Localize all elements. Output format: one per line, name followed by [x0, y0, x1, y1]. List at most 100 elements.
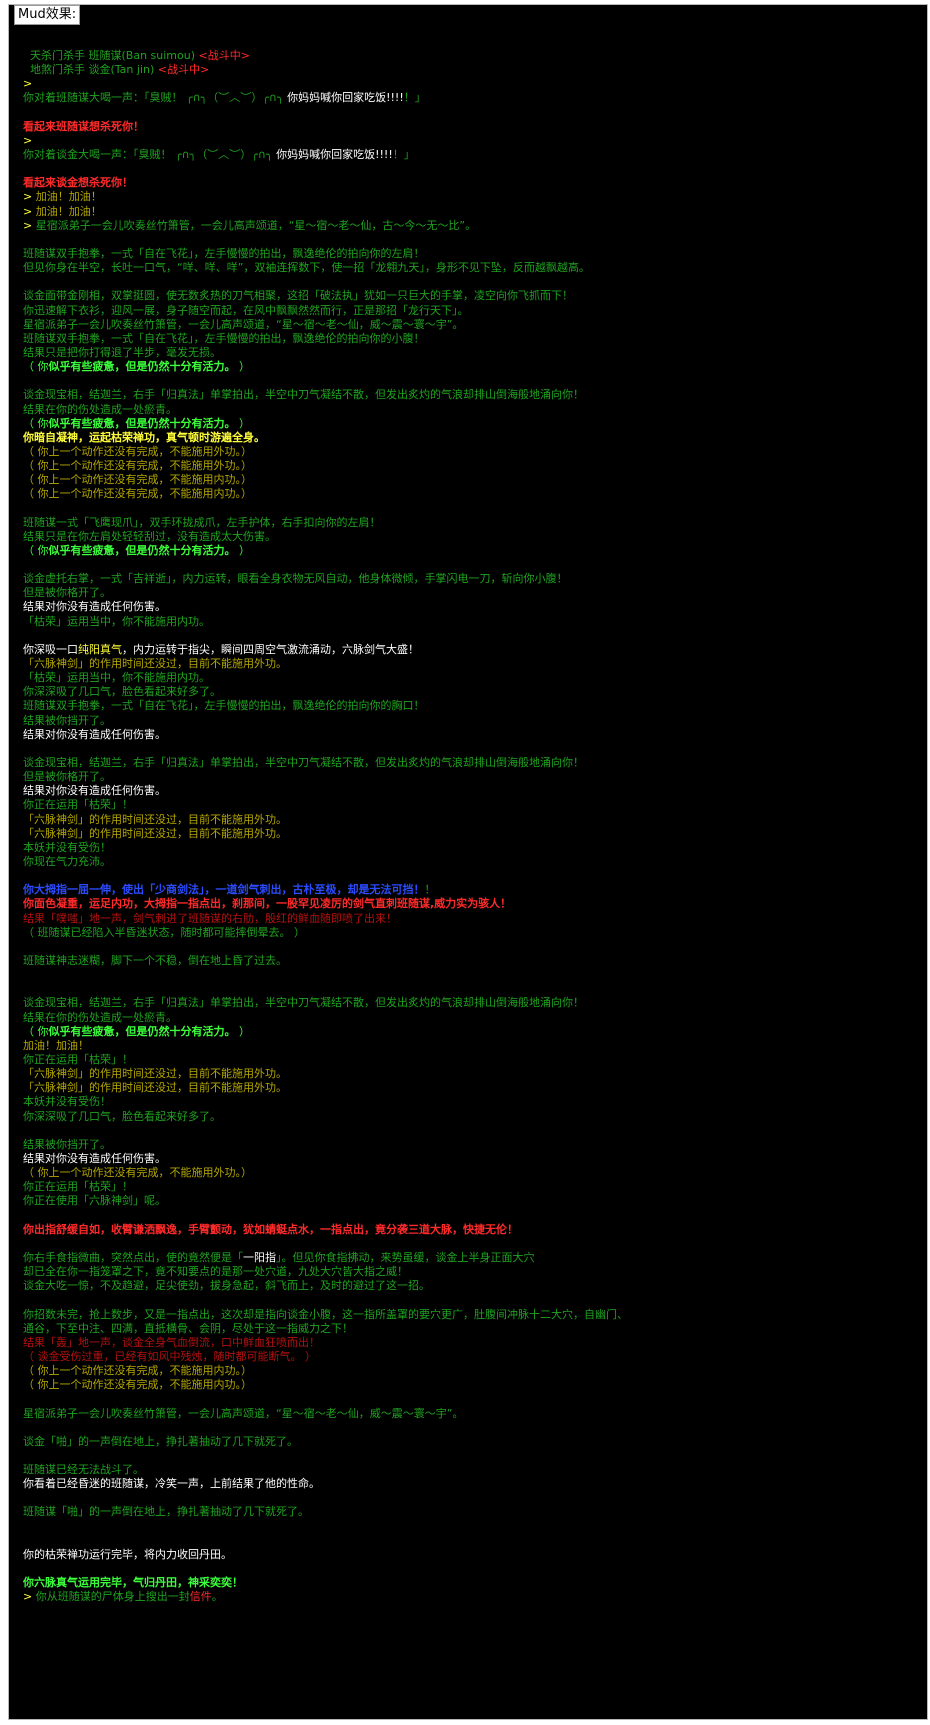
log-line: （ 你似乎有些疲惫，但是仍然十分有活力。 ） — [23, 544, 913, 558]
log-segment: 本妖并没有受伤！ — [23, 840, 111, 854]
log-segment: 看起来谈金想杀死你！ — [23, 176, 133, 190]
log-segment: （ 班随谋已经陷入半昏迷状态，随时都可能摔倒晕去。 ） — [23, 925, 305, 939]
log-segment: 「六脉神剑」的作用时间还没过，目前不能施用外功。 — [23, 826, 287, 840]
log-segment: （ 你上一个动作还没有完成，不能施用内功。） — [23, 1378, 252, 1392]
log-line: （ 你上一个动作还没有完成，不能施用外功。） — [23, 445, 913, 459]
log-segment: > — [23, 133, 33, 147]
log-line: > 加油！加油！ — [23, 190, 913, 204]
log-line: 「枯荣」运用当中，你不能施用内功。 — [23, 671, 913, 685]
log-segment: 你暗自凝神，运起枯荣禅功，真气顿时游遍全身。 — [23, 430, 265, 444]
log-segment: 你迅速解下衣衫，迎风一展，身子随空而起，在风中飘飘然然而行，正是那招「龙行天下」… — [23, 303, 469, 317]
log-segment: 「六脉神剑」的作用时间还没过，目前不能施用外功。 — [23, 1081, 287, 1095]
log-line: 结果对你没有造成任何伤害。 — [23, 1152, 913, 1166]
log-line: 你正在运用「枯荣」！ — [23, 798, 913, 812]
log-line: 结果只是把你打得退了半步，毫发无损。 — [23, 346, 913, 360]
mud-terminal[interactable]: 天杀门杀手 班随谋(Ban suimou) <战斗中> 地煞门杀手 谈金(Tan… — [9, 5, 927, 1719]
log-line: （ 班随谋已经陷入半昏迷状态，随时都可能摔倒晕去。 ） — [23, 926, 913, 940]
log-segment: <战斗中> — [157, 63, 210, 77]
log-segment: （ 你上一个动作还没有完成，不能施用内功。） — [23, 473, 252, 487]
log-segment: 你出指舒缓自如，收臂谦洒飘逸，手臂颤动，犹如蜻蜓点水，一指点出，竟分袭三道大脉，… — [23, 1222, 518, 1236]
log-line: > 星宿派弟子一会儿吹奏丝竹箫管，一会儿高声颂道，“星～宿～老～仙，古～今～无～… — [23, 219, 913, 233]
log-line: 通谷，下至中注、四满，直抵横骨、会阴，尽处于这一指威力之下！ — [23, 1322, 913, 1336]
log-segment: > — [23, 190, 36, 204]
log-segment: 你深深吸了几口气，脸色看起来好多了。 — [23, 1109, 221, 1123]
log-segment: 结果被你挡开了。 — [23, 1137, 111, 1151]
log-segment: 结果对你没有造成任何伤害。 — [23, 600, 166, 614]
log-line: 你右手食指微曲，突然点出，使的竟然便是「一阳指」。但见你食指拂动，来势虽缓，谈金… — [23, 1251, 913, 1265]
log-line: 谈金现宝相，结迦兰，右手「归真法」单掌拍出，半空中刀气凝结不散，但发出炙灼的气浪… — [23, 996, 913, 1010]
log-line: 结果「轰」地一声，谈金全身气血倒流，口中鲜血狂喷而出！ — [23, 1336, 913, 1350]
log-segment: 谈金现宝相，结迦兰，右手「归真法」单掌拍出，半空中刀气凝结不散，但发出炙灼的气浪… — [23, 388, 584, 402]
log-segment: 班随谋神志迷糊，脚下一个不稳，倒在地上昏了过去。 — [23, 954, 287, 967]
log-line: 你深深吸了几口气，脸色看起来好多了。 — [23, 1110, 913, 1124]
log-line: 谈金现宝相，结迦兰，右手「归真法」单掌拍出，半空中刀气凝结不散，但发出炙灼的气浪… — [23, 756, 913, 770]
log-line: 结果对你没有造成任何伤害。 — [23, 784, 913, 798]
log-segment: 通谷，下至中注、四满，直抵横骨、会阴，尽处于这一指威力之下！ — [23, 1321, 353, 1335]
log-segment: （ 你上一个动作还没有完成，不能施用外功。） — [23, 444, 252, 458]
log-line: 你对着谈金大喝一声：「臭贼！ ╭∩╮（︶︿︶）╭∩╮ 你妈妈喊你回家吃饭!!!!… — [23, 148, 913, 162]
log-segment: ！」 — [392, 147, 415, 161]
log-segment: ！ — [424, 883, 436, 897]
log-line: 结果「噗嗤」地一声，剑气刺进了班随谋的右肋，殷红的鲜血随即喷了出来！ — [23, 912, 913, 926]
log-segment: 你深深吸了几口气，脸色看起来好多了。 — [23, 685, 221, 699]
log-line: 加油！加油！ — [23, 1039, 913, 1053]
log-segment: 星宿派弟子一会儿吹奏丝竹箫管，一会儿高声颂道，“星～宿～老～仙，威～震～寰～宇”… — [23, 317, 464, 331]
log-line: 却已全在你一指笼罩之下，竟不知要点的是那一处穴道，九处大穴皆大指之威！ — [23, 1265, 913, 1279]
log-line: 结果被你挡开了。 — [23, 1138, 913, 1152]
log-segment: 你正在运用「枯荣」！ — [23, 798, 133, 812]
log-segment: 「六脉神剑」的作用时间还没过，目前不能施用外功。 — [23, 657, 287, 671]
log-line: 你面色凝重，运足内功，大拇指一指点出，刹那间，一股罕见凌厉的剑气直刺班随谋,威力… — [23, 897, 913, 911]
log-line: （ 你似乎有些疲惫，但是仍然十分有活力。 ） — [23, 360, 913, 374]
log-line: 但见你身在半空，长吐一口气，“咩、咩、咩”，双袖连挥数下，使一招「龙翱九天」，身… — [23, 261, 913, 275]
log-line: 但是被你格开了。 — [23, 586, 913, 600]
log-segment: 你正在使用「六脉神剑」呢。 — [23, 1194, 166, 1208]
log-segment: 结果「轰」地一声，谈金全身气血倒流，口中鲜血狂喷而出！ — [23, 1335, 320, 1349]
log-segment: 「六脉神剑」的作用时间还没过，目前不能施用外功。 — [23, 812, 287, 826]
log-segment: （ 你 — [23, 416, 49, 430]
log-line: 你招数未完，抢上数步，又是一指点出，这次却是指向谈金小腹，这一指所盖罩的要穴更广… — [23, 1308, 913, 1322]
log-segment: （ 你 — [23, 1024, 49, 1038]
log-line: 班随谋双手抱拳，一式「自在飞花」，左手慢慢的拍出，飘逸绝伦的拍向你的胸口！ — [23, 699, 913, 713]
log-line: 你正在运用「枯荣」！ — [23, 1180, 913, 1194]
log-line: 结果在你的伤处造成一处瘀青。 — [23, 403, 913, 417]
log-segment: 天杀门杀手 班随谋(Ban suimou) — [23, 49, 199, 62]
log-segment: 但是被你格开了。 — [23, 586, 111, 600]
log-segment: 你正在运用「枯荣」！ — [23, 1180, 133, 1194]
log-segment: 班随谋已经无法战斗了。 — [23, 1463, 144, 1477]
log-segment: 「枯荣」运用当中，你不能施用内功。 — [23, 671, 210, 685]
log-line: 班随谋一式「飞鹰现爪」，双手环拢成爪，左手护体，右手扣向你的左肩！ — [23, 516, 913, 530]
log-segment: 你对着谈金大喝一声：「臭贼！ ╭∩╮（︶︿︶）╭∩╮ — [23, 147, 277, 161]
log-segment: （ 你上一个动作还没有完成，不能施用外功。） — [23, 1166, 252, 1180]
log-segment: 结果对你没有造成任何伤害。 — [23, 784, 166, 798]
log-line: （ 你上一个动作还没有完成，不能施用内功。） — [23, 473, 913, 487]
log-line: （ 你上一个动作还没有完成，不能施用内功。） — [23, 1364, 913, 1378]
log-segment: 加油！加油！ — [35, 190, 102, 204]
log-segment: ） — [235, 416, 250, 430]
log-line: 「六脉神剑」的作用时间还没过，目前不能施用外功。 — [23, 813, 913, 827]
log-line: 你看着已经昏迷的班随谋，冷笑一声，上前结果了他的性命。 — [23, 1477, 913, 1491]
log-line: 你深吸一口纯阳真气，内力运转于指尖，瞬间四周空气激流涌动，六脉剑气大盛！ — [23, 643, 913, 657]
log-line: 「六脉神剑」的作用时间还没过，目前不能施用外功。 — [23, 657, 913, 671]
log-line: （ 你似乎有些疲惫，但是仍然十分有活力。 ） — [23, 1025, 913, 1039]
log-line: （ 你上一个动作还没有完成，不能施用外功。） — [23, 459, 913, 473]
log-segment: 你妈妈喊你回家吃饭!!!! — [287, 91, 404, 105]
log-segment: ，内力运转于指尖，瞬间四周空气激流涌动，六脉剑气大盛！ — [122, 642, 419, 656]
log-line: 班随谋双手抱拳，一式「自在飞花」，左手慢慢的拍出，飘逸绝伦的拍向你的小腹！ — [23, 332, 913, 346]
log-segment: 「六脉神剑」的作用时间还没过，目前不能施用外功。 — [23, 1067, 287, 1081]
log-line: 你深深吸了几口气，脸色看起来好多了。 — [23, 685, 913, 699]
log-segment: 似乎有些疲惫，但是仍然十分有活力。 — [48, 543, 236, 557]
log-segment: 纯阳真气 — [78, 642, 122, 656]
log-line: 谈金虚托右掌，一式「吉祥逝」，内力运转，眼看全身衣物无风自动，他身体微倾，手掌闪… — [23, 572, 913, 586]
log-line: 你正在运用「枯荣」！ — [23, 1053, 913, 1067]
log-segment: （ 你 — [23, 543, 49, 557]
log-line: 你暗自凝神，运起枯荣禅功，真气顿时游遍全身。 — [23, 431, 913, 445]
log-segment: 结果对你没有造成任何伤害。 — [23, 1151, 166, 1165]
